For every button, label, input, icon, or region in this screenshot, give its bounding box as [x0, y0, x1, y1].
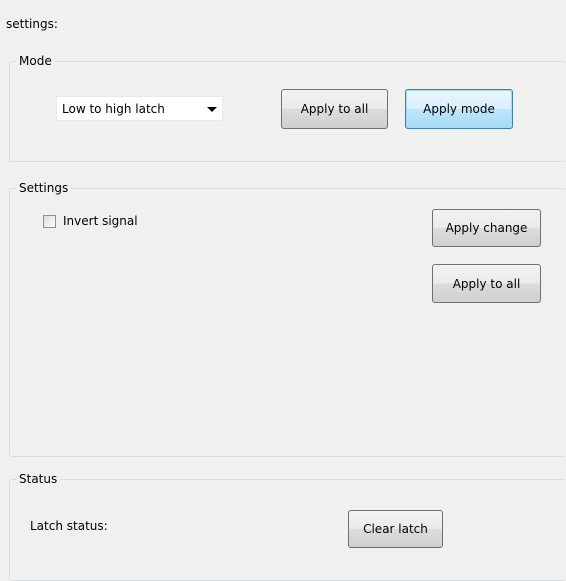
mode-select[interactable]: Low to high latch	[56, 96, 223, 121]
settings-group-title: Settings	[19, 181, 69, 195]
mode-select-value: Low to high latch	[62, 102, 165, 116]
panel-title: settings:	[6, 17, 58, 31]
mode-apply-to-all-button[interactable]: Apply to all	[281, 89, 388, 129]
clear-latch-button[interactable]: Clear latch	[348, 510, 443, 548]
chevron-down-icon[interactable]	[207, 107, 217, 112]
status-group-title: Status	[19, 472, 58, 486]
invert-signal-checkbox[interactable]	[43, 215, 56, 228]
invert-signal-label: Invert signal	[63, 214, 138, 228]
settings-panel: settings: Mode Low to high latch Apply t…	[0, 0, 566, 581]
latch-status-label: Latch status:	[30, 519, 108, 533]
apply-change-button[interactable]: Apply change	[432, 209, 541, 247]
apply-mode-button[interactable]: Apply mode	[405, 89, 513, 129]
mode-group-title: Mode	[19, 54, 52, 68]
settings-apply-to-all-button[interactable]: Apply to all	[432, 264, 541, 303]
